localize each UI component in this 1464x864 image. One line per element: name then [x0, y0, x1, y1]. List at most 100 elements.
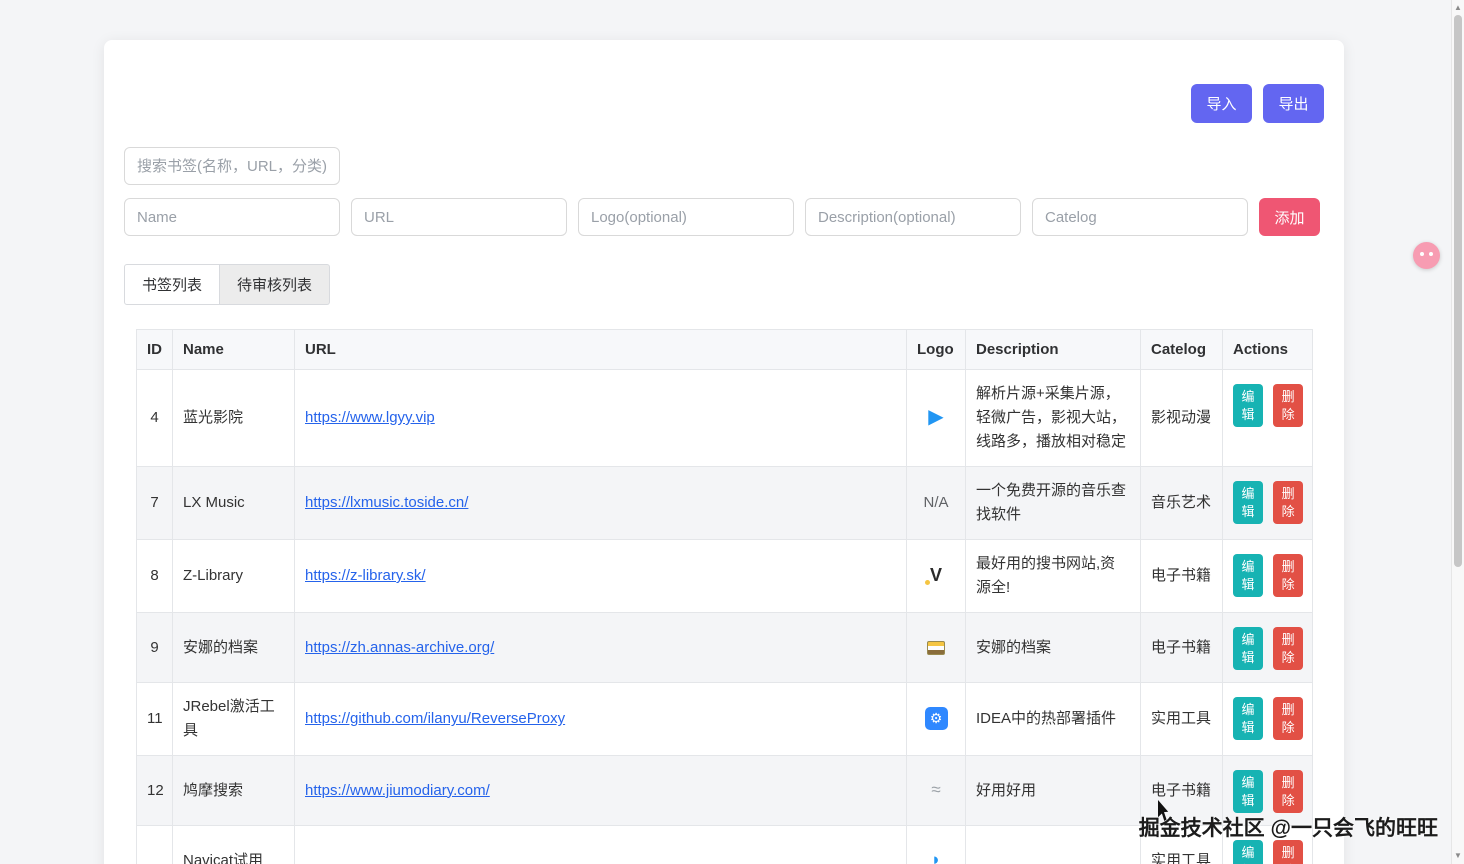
cell-id: 8 — [137, 540, 173, 613]
cell-catelog: 实用工具 — [1141, 826, 1223, 864]
cell-id: 9 — [137, 613, 173, 683]
scrollbar-thumb[interactable] — [1454, 15, 1462, 567]
cell-logo: N/A — [907, 467, 966, 540]
scroll-up-arrow-icon[interactable]: ▲ — [1452, 1, 1464, 15]
url-input[interactable] — [351, 198, 567, 236]
cell-description: 好用好用 — [966, 756, 1141, 826]
search-row — [124, 147, 1324, 185]
table-row: 9 安娜的档案 https://zh.annas-archive.org/ 安娜… — [137, 613, 1313, 683]
na-text: N/A — [923, 491, 948, 515]
delete-button[interactable]: 删除 — [1273, 481, 1303, 524]
edit-button[interactable]: 编辑 — [1233, 697, 1263, 740]
cell-id: 4 — [137, 370, 173, 467]
table-row: 12 鸠摩搜索 https://www.jiumodiary.com/ ≈ 好用… — [137, 756, 1313, 826]
name-input[interactable] — [124, 198, 340, 236]
cell-name: 鸠摩搜索 — [173, 756, 295, 826]
delete-button[interactable]: 删除 — [1273, 384, 1303, 427]
zlibrary-icon: V — [930, 563, 942, 587]
tab-bookmark-list[interactable]: 书签列表 — [124, 264, 220, 305]
cell-name: Navicat试用 — [173, 826, 295, 864]
cell-id — [137, 826, 173, 864]
column-header-catelog: Catelog — [1141, 330, 1223, 370]
cell-catelog: 电子书籍 — [1141, 613, 1223, 683]
play-icon: ▶ — [928, 405, 943, 429]
delete-button[interactable]: 删除 — [1273, 770, 1303, 813]
tab-pending-list[interactable]: 待审核列表 — [220, 264, 330, 305]
tabs: 书签列表 待审核列表 — [124, 264, 330, 305]
cell-catelog: 实用工具 — [1141, 683, 1223, 756]
description-input[interactable] — [805, 198, 1021, 236]
column-header-name: Name — [173, 330, 295, 370]
floating-sticker-button[interactable] — [1413, 242, 1440, 269]
column-header-id: ID — [137, 330, 173, 370]
edit-button[interactable]: 编辑 — [1233, 384, 1263, 427]
edit-button[interactable]: 编辑 — [1233, 627, 1263, 670]
cell-actions: 编辑 删除 — [1223, 467, 1313, 540]
delete-button[interactable]: 删除 — [1273, 840, 1303, 864]
edit-button[interactable]: 编辑 — [1233, 481, 1263, 524]
cell-url — [295, 826, 907, 864]
bookmark-table: ID Name URL Logo Description Catelog Act… — [136, 329, 1312, 864]
delete-button[interactable]: 删除 — [1273, 627, 1303, 670]
cell-url: https://lxmusic.toside.cn/ — [295, 467, 907, 540]
edit-button[interactable]: 编辑 — [1233, 840, 1263, 864]
cell-name: Z-Library — [173, 540, 295, 613]
cell-name: JRebel激活工具 — [173, 683, 295, 756]
cell-actions: 编辑 删除 — [1223, 540, 1313, 613]
delete-button[interactable]: 删除 — [1273, 554, 1303, 597]
import-button[interactable]: 导入 — [1191, 84, 1252, 123]
search-input[interactable] — [124, 147, 340, 185]
export-button[interactable]: 导出 — [1263, 84, 1324, 123]
cell-name: 蓝光影院 — [173, 370, 295, 467]
cell-catelog: 电子书籍 — [1141, 540, 1223, 613]
table-row: 11 JRebel激活工具 https://github.com/ilanyu/… — [137, 683, 1313, 756]
scroll-down-arrow-icon[interactable]: ▼ — [1452, 849, 1464, 863]
logo-input[interactable] — [578, 198, 794, 236]
cell-logo: ≈ — [907, 756, 966, 826]
cell-url: https://github.com/ilanyu/ReverseProxy — [295, 683, 907, 756]
cell-description: 安娜的档案 — [966, 613, 1141, 683]
cell-description: IDEA中的热部署插件 — [966, 683, 1141, 756]
bookmark-url-link[interactable]: https://github.com/ilanyu/ReverseProxy — [305, 710, 565, 727]
cell-url: https://zh.annas-archive.org/ — [295, 613, 907, 683]
cell-id: 12 — [137, 756, 173, 826]
bookmark-url-link[interactable]: https://lxmusic.toside.cn/ — [305, 494, 468, 511]
cell-catelog: 音乐艺术 — [1141, 467, 1223, 540]
bookmark-url-link[interactable]: https://www.lgyy.vip — [305, 409, 435, 426]
add-bookmark-form: 添加 — [124, 198, 1324, 236]
column-header-description: Description — [966, 330, 1141, 370]
cell-name: LX Music — [173, 467, 295, 540]
bookmark-url-link[interactable]: https://zh.annas-archive.org/ — [305, 639, 494, 656]
table-row: 7 LX Music https://lxmusic.toside.cn/ N/… — [137, 467, 1313, 540]
column-header-logo: Logo — [907, 330, 966, 370]
cell-actions: 编辑 删除 — [1223, 756, 1313, 826]
add-button[interactable]: 添加 — [1259, 198, 1320, 236]
table-row: 4 蓝光影院 https://www.lgyy.vip ▶ 解析片源+采集片源，… — [137, 370, 1313, 467]
edit-button[interactable]: 编辑 — [1233, 770, 1263, 813]
cell-catelog: 电子书籍 — [1141, 756, 1223, 826]
cell-actions: 编辑 删除 — [1223, 683, 1313, 756]
cell-description: 一个免费开源的音乐查找软件 — [966, 467, 1141, 540]
delete-button[interactable]: 删除 — [1273, 697, 1303, 740]
table-row: 8 Z-Library https://z-library.sk/ V 最好用的… — [137, 540, 1313, 613]
cell-url: https://www.lgyy.vip — [295, 370, 907, 467]
table-header-row: ID Name URL Logo Description Catelog Act… — [137, 330, 1313, 370]
cell-logo: ▶ — [907, 370, 966, 467]
tools-icon: ⚙ — [925, 707, 948, 730]
cell-catelog: 影视动漫 — [1141, 370, 1223, 467]
cell-url: https://www.jiumodiary.com/ — [295, 756, 907, 826]
cell-url: https://z-library.sk/ — [295, 540, 907, 613]
navicat-icon: ◗ — [931, 848, 941, 864]
edit-button[interactable]: 编辑 — [1233, 554, 1263, 597]
cell-actions: 编辑 删除 — [1223, 613, 1313, 683]
cell-logo: ◗ — [907, 826, 966, 864]
cell-logo: V — [907, 540, 966, 613]
cell-description: 解析片源+采集片源，轻微广告，影视大站，线路多，播放相对稳定 — [966, 370, 1141, 467]
bookmark-url-link[interactable]: https://z-library.sk/ — [305, 567, 426, 584]
bookmark-url-link[interactable]: https://www.jiumodiary.com/ — [305, 782, 490, 799]
cell-logo — [907, 613, 966, 683]
bookmark-manager-card: 导入 导出 添加 书签列表 待审核列表 ID Name URL L — [104, 40, 1344, 864]
catelog-input[interactable] — [1032, 198, 1248, 236]
cell-description — [966, 826, 1141, 864]
scrollbar[interactable]: ▲ ▼ — [1451, 0, 1464, 864]
